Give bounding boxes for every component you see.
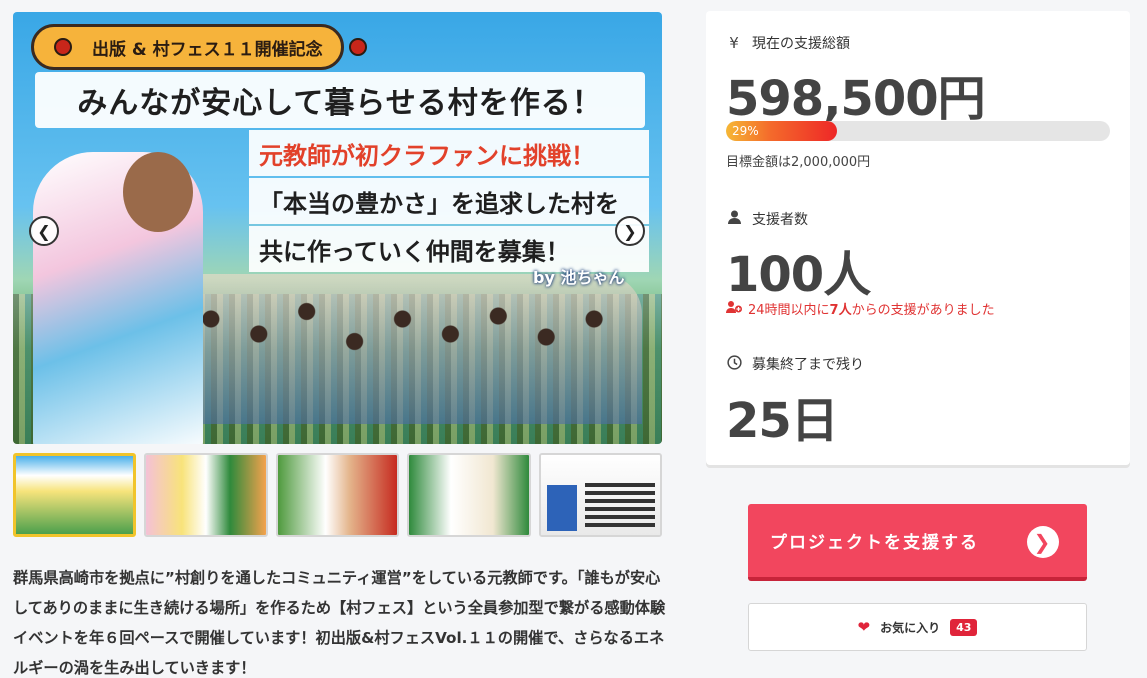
thumbnail-image	[409, 455, 529, 535]
hero-badge: 出版 & 村フェス１１開催記念	[31, 24, 367, 70]
recent-suffix: からの支援がありました	[851, 303, 995, 318]
support-button-label: プロジェクトを支援する	[770, 533, 979, 553]
flower-icon	[348, 38, 367, 56]
backers-label: 支援者数	[752, 212, 808, 228]
thumbnail-image	[540, 455, 660, 535]
yen-icon: ¥	[729, 34, 739, 52]
thumbnail-5[interactable]	[538, 453, 662, 537]
stats-card: ¥ 現在の支援総額 598,500円 29% 目標金額は2,000,000円 支…	[706, 11, 1130, 465]
funding-progress-bar: 29%	[726, 121, 1110, 141]
thumbnail-strip	[13, 453, 662, 537]
favorite-count-badge: 43	[950, 618, 978, 636]
hero-headline: みんなが安心して暮らせる村を作る！	[35, 72, 645, 128]
funding-goal: 目標金額は2,000,000円	[726, 155, 871, 170]
chevron-left-icon: ❮	[37, 221, 51, 241]
flower-icon	[54, 38, 72, 56]
heart-icon: ❤	[857, 618, 871, 636]
thumbnail-image	[277, 455, 398, 535]
hero-byline: by 池ちゃん	[533, 268, 625, 287]
funding-label: 現在の支援総額	[752, 36, 850, 52]
favorite-button[interactable]: ❤ お気に入り 43	[748, 603, 1087, 651]
backers-count: 100人	[726, 247, 871, 303]
thumbnail-2[interactable]	[144, 453, 268, 537]
hero-person-head	[123, 152, 193, 232]
recent-prefix: 24時間以内に	[748, 303, 830, 318]
remaining-label: 募集終了まで残り	[752, 357, 864, 373]
recent-backers-notice: 24時間以内に7人からの支援がありました	[726, 299, 995, 318]
funding-progress-label: 29%	[732, 124, 759, 138]
funding-progress-fill: 29%	[726, 121, 838, 141]
hero-catch-line-1: 元教師が初クラファンに挑戦！	[249, 130, 649, 176]
thumbnail-1[interactable]	[13, 453, 137, 537]
hero-catch-line-2: 「本当の豊かさ」を追求した村を	[249, 178, 649, 224]
carousel-next-button[interactable]: ❯	[615, 216, 645, 246]
project-description: 群馬県高崎市を拠点に”村創りを通したコミュニティ運営”をしている元教師です。「誰…	[13, 569, 666, 677]
thumbnail-3[interactable]	[275, 453, 400, 537]
hero-crowd	[163, 274, 642, 424]
remaining-label-row: 募集終了まで残り	[726, 354, 864, 374]
funding-amount: 598,500円	[726, 71, 986, 127]
chevron-right-icon: ❯	[623, 221, 637, 241]
thumbnail-image	[16, 456, 134, 534]
funding-label-row: ¥ 現在の支援総額	[726, 33, 850, 53]
remaining-days: 25日	[726, 393, 839, 449]
thumbnail-image	[146, 455, 266, 535]
users-plus-icon	[726, 300, 742, 317]
recent-count: 7人	[829, 303, 852, 318]
backers-label-row: 支援者数	[726, 209, 808, 229]
thumbnail-4[interactable]	[407, 453, 531, 537]
hero-image[interactable]: 出版 & 村フェス１１開催記念 みんなが安心して暮らせる村を作る！ 元教師が初ク…	[13, 12, 662, 444]
user-icon	[726, 210, 742, 228]
support-project-button[interactable]: プロジェクトを支援する ❯	[748, 504, 1087, 581]
favorite-label: お気に入り	[880, 620, 941, 635]
hero-badge-text: 出版 & 村フェス１１開催記念	[92, 39, 323, 60]
clock-icon	[726, 354, 742, 374]
carousel-prev-button[interactable]: ❮	[29, 216, 59, 246]
chevron-right-circle-icon: ❯	[1027, 526, 1059, 558]
